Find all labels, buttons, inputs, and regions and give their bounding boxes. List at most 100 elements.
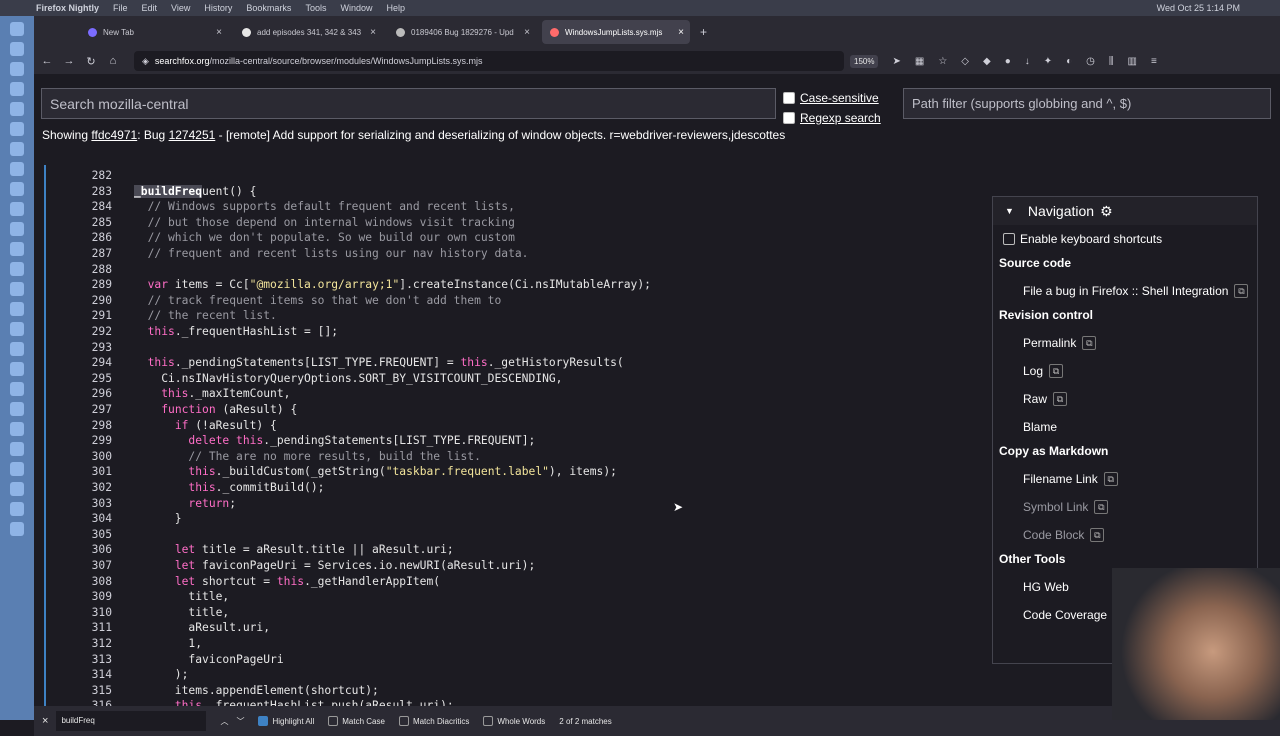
line-number[interactable]: 296: [82, 387, 112, 400]
dock-app-icon[interactable]: [10, 162, 24, 176]
menubar-file[interactable]: File: [113, 3, 128, 13]
line-number[interactable]: 285: [82, 216, 112, 229]
dock-app-icon[interactable]: [10, 222, 24, 236]
dock-app-icon[interactable]: [10, 202, 24, 216]
dock-app-icon[interactable]: [10, 262, 24, 276]
checkbox-box[interactable]: [1003, 233, 1015, 245]
line-number[interactable]: 313: [82, 653, 112, 666]
line-number[interactable]: 304: [82, 512, 112, 525]
dock-app-icon[interactable]: [10, 302, 24, 316]
blame-link[interactable]: Blame: [1023, 420, 1257, 434]
case-sensitive-checkbox[interactable]: Case-sensitive: [783, 91, 879, 105]
line-number[interactable]: 305: [82, 528, 112, 541]
close-icon[interactable]: ×: [370, 27, 376, 38]
dock-app-icon[interactable]: [10, 82, 24, 96]
extension-icon[interactable]: ◐: [1066, 56, 1072, 67]
menubar-history[interactable]: History: [204, 3, 232, 13]
copy-icon[interactable]: ⧉: [1234, 284, 1249, 298]
checkbox-box[interactable]: [328, 716, 339, 726]
dock-app-icon[interactable]: [10, 102, 24, 116]
navigation-header[interactable]: ▼ Navigation ⚙: [993, 197, 1257, 225]
checkbox-box[interactable]: [258, 716, 269, 726]
line-number[interactable]: 284: [82, 200, 112, 213]
line-number[interactable]: 312: [82, 637, 112, 650]
triangle-down-icon[interactable]: ▼: [1005, 206, 1014, 216]
line-number[interactable]: 289: [82, 278, 112, 291]
home-icon[interactable]: ⌂: [104, 55, 122, 67]
tab-searchfox[interactable]: WindowsJumpLists.sys.mjs ×: [542, 20, 690, 44]
find-previous-icon[interactable]: ︿: [220, 716, 228, 727]
extension-icon[interactable]: ◇: [961, 56, 969, 67]
whole-words-checkbox[interactable]: Whole Words: [483, 716, 545, 726]
highlight-all-checkbox[interactable]: Highlight All: [258, 716, 314, 726]
dock-app-icon[interactable]: [10, 42, 24, 56]
dock-app-icon[interactable]: [10, 442, 24, 456]
dock-app-icon[interactable]: [10, 282, 24, 296]
dock-app-icon[interactable]: [10, 242, 24, 256]
line-number[interactable]: 297: [82, 403, 112, 416]
line-number[interactable]: 315: [82, 684, 112, 697]
line-number[interactable]: 308: [82, 575, 112, 588]
menubar-app-name[interactable]: Firefox Nightly: [36, 3, 99, 13]
match-diacritics-checkbox[interactable]: Match Diacritics: [398, 716, 469, 726]
dock-app-icon[interactable]: [10, 342, 24, 356]
checkbox-box[interactable]: [783, 112, 795, 124]
line-number[interactable]: 310: [82, 606, 112, 619]
tab-bugzilla[interactable]: 0189406 Bug 1829276 - Upd ×: [388, 20, 536, 44]
gear-icon[interactable]: ⚙: [1100, 203, 1113, 220]
dock-app-icon[interactable]: [10, 62, 24, 76]
download-icon[interactable]: ↓: [1025, 56, 1030, 67]
dock-app-icon[interactable]: [10, 482, 24, 496]
line-number[interactable]: 293: [82, 341, 112, 354]
forward-arrow-icon[interactable]: →: [60, 55, 78, 67]
keyboard-shortcuts-checkbox[interactable]: Enable keyboard shortcuts: [1003, 232, 1247, 246]
line-number[interactable]: 283: [82, 185, 112, 198]
dock-app-icon[interactable]: [10, 402, 24, 416]
code-block-link[interactable]: Code Block ⧉: [1023, 528, 1257, 542]
dock-app-icon[interactable]: [10, 502, 24, 516]
line-number[interactable]: 309: [82, 590, 112, 603]
find-input[interactable]: buildFreq: [56, 711, 207, 731]
menubar-edit[interactable]: Edit: [142, 3, 158, 13]
line-number[interactable]: 290: [82, 294, 112, 307]
menubar-view[interactable]: View: [171, 3, 190, 13]
line-number[interactable]: 287: [82, 247, 112, 260]
match-case-checkbox[interactable]: Match Case: [328, 716, 385, 726]
tab-github[interactable]: add episodes 341, 342 & 343 ×: [234, 20, 382, 44]
line-number[interactable]: 300: [82, 450, 112, 463]
menubar-tools[interactable]: Tools: [305, 3, 326, 13]
bug-link[interactable]: 1274251: [169, 128, 216, 142]
copy-icon[interactable]: ⧉: [1094, 500, 1109, 514]
find-next-icon[interactable]: ﹀: [236, 716, 244, 727]
line-number[interactable]: 286: [82, 231, 112, 244]
path-filter-input[interactable]: Path filter (supports globbing and ^, $): [903, 88, 1271, 119]
library-icon[interactable]: ⫼: [1109, 56, 1114, 67]
line-number[interactable]: 302: [82, 481, 112, 494]
menubar-clock[interactable]: Wed Oct 25 1:14 PM: [1157, 3, 1240, 13]
line-number[interactable]: 292: [82, 325, 112, 338]
checkbox-box[interactable]: [483, 716, 494, 726]
checkbox-box[interactable]: [398, 716, 409, 726]
url-bar[interactable]: ◈ searchfox.org/mozilla-central/source/b…: [134, 51, 844, 71]
line-number[interactable]: 298: [82, 419, 112, 432]
menubar-help[interactable]: Help: [386, 3, 405, 13]
raw-link[interactable]: Raw ⧉: [1023, 392, 1257, 406]
new-tab-plus-icon[interactable]: +: [700, 25, 707, 39]
dock-app-icon[interactable]: [10, 182, 24, 196]
permalink-link[interactable]: Permalink ⧉: [1023, 336, 1257, 350]
line-number[interactable]: 316: [82, 699, 112, 706]
close-icon[interactable]: ×: [678, 27, 684, 38]
bookmark-star-icon[interactable]: ☆: [938, 56, 947, 67]
dock-app-icon[interactable]: [10, 422, 24, 436]
line-number[interactable]: 288: [82, 263, 112, 276]
filename-link[interactable]: Filename Link ⧉: [1023, 472, 1257, 486]
copy-icon[interactable]: ⧉: [1082, 336, 1097, 350]
regexp-checkbox[interactable]: Regexp search: [783, 111, 881, 125]
line-number[interactable]: 303: [82, 497, 112, 510]
dock-app-icon[interactable]: [10, 142, 24, 156]
line-number[interactable]: 314: [82, 668, 112, 681]
extension-icon[interactable]: ✦: [1044, 56, 1052, 67]
extension-icon[interactable]: ◆: [983, 56, 991, 67]
checkbox-box[interactable]: [783, 92, 795, 104]
dock-app-icon[interactable]: [10, 382, 24, 396]
